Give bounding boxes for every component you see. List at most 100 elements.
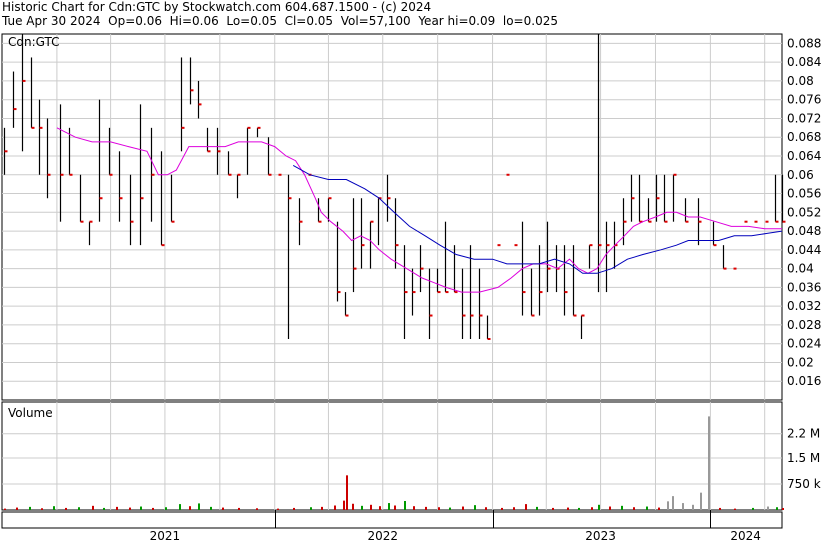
volume-bar	[65, 507, 67, 510]
price-tick-label: 0.056	[787, 187, 821, 201]
volume-bar	[4, 508, 6, 510]
price-tick-label: 0.016	[787, 374, 821, 388]
volume-bar	[633, 507, 635, 510]
volume-bar	[116, 506, 118, 510]
volume-bar	[222, 507, 224, 510]
volume-bar	[293, 507, 295, 510]
volume-bar	[438, 507, 440, 510]
volume-bar	[140, 506, 142, 510]
price-tick-label: 0.052	[787, 205, 821, 219]
volume-bar	[682, 503, 684, 510]
volume-bar	[598, 504, 600, 510]
volume-bar	[404, 500, 406, 510]
price-tick-label: 0.028	[787, 318, 821, 332]
stock-chart: Cdn:GTC 0.0160.020.0240.0280.0320.0360.0…	[1, 33, 821, 543]
volume-panel	[1, 401, 783, 511]
volume-bar	[41, 508, 43, 510]
volume-bar	[179, 504, 181, 510]
volume-bar	[103, 507, 105, 510]
volume-bar	[646, 506, 648, 510]
volume-bar	[92, 505, 94, 510]
volume-bar	[672, 496, 674, 510]
volume-bar	[343, 500, 345, 510]
volume-bar	[413, 506, 415, 510]
price-tick-label: 0.048	[787, 224, 821, 238]
volume-bar	[658, 507, 660, 510]
volume-bar	[708, 416, 710, 510]
volume-tick-label: 2.2 M	[787, 427, 820, 441]
volume-bar	[352, 503, 354, 510]
volume-bar	[379, 506, 381, 510]
price-panel-label: Cdn:GTC	[8, 35, 60, 49]
volume-bar	[198, 503, 200, 510]
volume-bar	[692, 504, 694, 510]
volume-bar	[462, 506, 464, 510]
volume-bar	[210, 506, 212, 510]
volume-axis: 750 k 1.5 M 2.2 M	[787, 427, 821, 491]
volume-bar	[501, 507, 503, 510]
volume-bar	[277, 508, 279, 510]
volume-bar	[238, 507, 240, 510]
volume-tick-label: 1.5 M	[787, 451, 820, 465]
price-tick-label: 0.088	[787, 36, 821, 50]
volume-bar	[667, 501, 669, 510]
price-tick-label: 0.02	[787, 355, 814, 369]
volume-bar	[700, 492, 702, 510]
volume-bar	[425, 506, 427, 510]
volume-bar	[129, 507, 131, 510]
volume-tick-label: 750 k	[787, 477, 821, 491]
price-tick-label: 0.032	[787, 299, 821, 313]
price-tick-label: 0.068	[787, 130, 821, 144]
volume-bar	[29, 506, 31, 510]
price-tick-label: 0.076	[787, 93, 821, 107]
volume-bar	[78, 507, 80, 510]
volume-bar	[361, 505, 363, 510]
volume-bar	[485, 507, 487, 510]
volume-bar	[310, 507, 312, 510]
x-tick-label: 2023	[585, 529, 616, 543]
volume-bar	[152, 507, 154, 510]
volume-bar	[567, 507, 569, 510]
volume-bar	[719, 507, 721, 510]
volume-bar	[513, 507, 515, 510]
volume-bar	[752, 507, 754, 510]
volume-panel-label: Volume	[8, 406, 53, 420]
price-tick-label: 0.08	[787, 74, 814, 88]
volume-bar	[53, 506, 55, 510]
volume-bar	[334, 505, 336, 510]
price-tick-label: 0.036	[787, 280, 821, 294]
volume-bar	[388, 503, 390, 510]
volume-bar	[536, 506, 538, 510]
volume-bar	[346, 475, 348, 510]
volume-bar	[449, 507, 451, 510]
price-tick-label: 0.06	[787, 168, 814, 182]
volume-bar	[256, 508, 258, 510]
price-tick-label: 0.084	[787, 55, 821, 69]
volume-bar	[474, 505, 476, 510]
volume-bar	[782, 508, 784, 510]
price-tick-label: 0.064	[787, 149, 821, 163]
price-axis: 0.016 0.02 0.024 0.028 0.032 0.036 0.04 0.044 0.…	[787, 36, 821, 388]
volume-bar	[16, 507, 18, 510]
volume-bar	[591, 507, 593, 510]
x-tick-label: 2022	[367, 529, 398, 543]
volume-bar	[767, 506, 769, 510]
volume-bar	[621, 505, 623, 510]
x-axis-band	[1, 511, 783, 529]
x-tick-label: 2024	[730, 529, 761, 543]
volume-bar	[525, 504, 527, 510]
volume-bar	[578, 507, 580, 510]
volume-bar	[165, 507, 167, 510]
price-tick-label: 0.04	[787, 262, 814, 276]
price-tick-label: 0.072	[787, 111, 821, 125]
volume-bar	[321, 506, 323, 510]
x-tick-label: 2021	[150, 529, 181, 543]
volume-bar	[609, 506, 611, 510]
volume-bar	[734, 508, 736, 510]
price-tick-label: 0.044	[787, 243, 821, 257]
volume-bar	[370, 504, 372, 510]
volume-bar	[394, 505, 396, 510]
volume-bar	[552, 507, 554, 510]
volume-bar	[189, 506, 191, 510]
price-tick-label: 0.024	[787, 337, 821, 351]
